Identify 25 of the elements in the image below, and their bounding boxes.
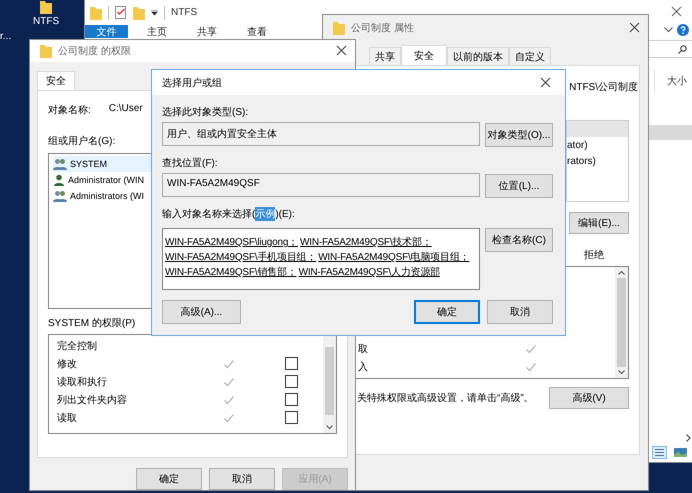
permission-name: 取: [358, 343, 369, 356]
window-title: 公司制度 属性: [351, 22, 414, 34]
permission-name: 修改: [57, 358, 78, 371]
object-type-field: 用户、组或内置安全主体: [162, 122, 480, 146]
object-name: NTFS\公司制度: [569, 80, 638, 94]
permission-name: 入: [358, 360, 369, 374]
window-title: 选择用户或组: [162, 76, 222, 90]
window-title: NTFS: [171, 7, 198, 18]
permission-name: 完全控制: [57, 340, 98, 353]
column-header: 拒绝: [584, 248, 605, 262]
object-path: C:\User: [108, 102, 143, 116]
field-label: 输入对象名称来选择(示例)(E):: [162, 206, 296, 223]
permission-name: 列出文件夹内容: [57, 394, 128, 407]
window-title: 公司制度 的权限: [58, 44, 131, 58]
permission-name: 读取和执行: [57, 376, 108, 389]
desktop-icon-label: r...: [0, 31, 12, 42]
field-label: 对象名称:: [48, 104, 91, 117]
field-label: SYSTEM 的权限(P): [48, 316, 136, 330]
location-field: WIN-FA5A2M49QSF: [162, 173, 480, 197]
field-label: 查找位置(F):: [162, 156, 219, 171]
field-label: 选择此对象类型(S):: [162, 106, 250, 120]
hint-text: 关特殊权限或高级设置，请单击“高级”。: [357, 392, 534, 405]
field-label: 组或用户名(G):: [48, 134, 116, 148]
desktop-icon-label: NTFS: [33, 16, 60, 27]
permission-name: 读取: [57, 412, 78, 425]
